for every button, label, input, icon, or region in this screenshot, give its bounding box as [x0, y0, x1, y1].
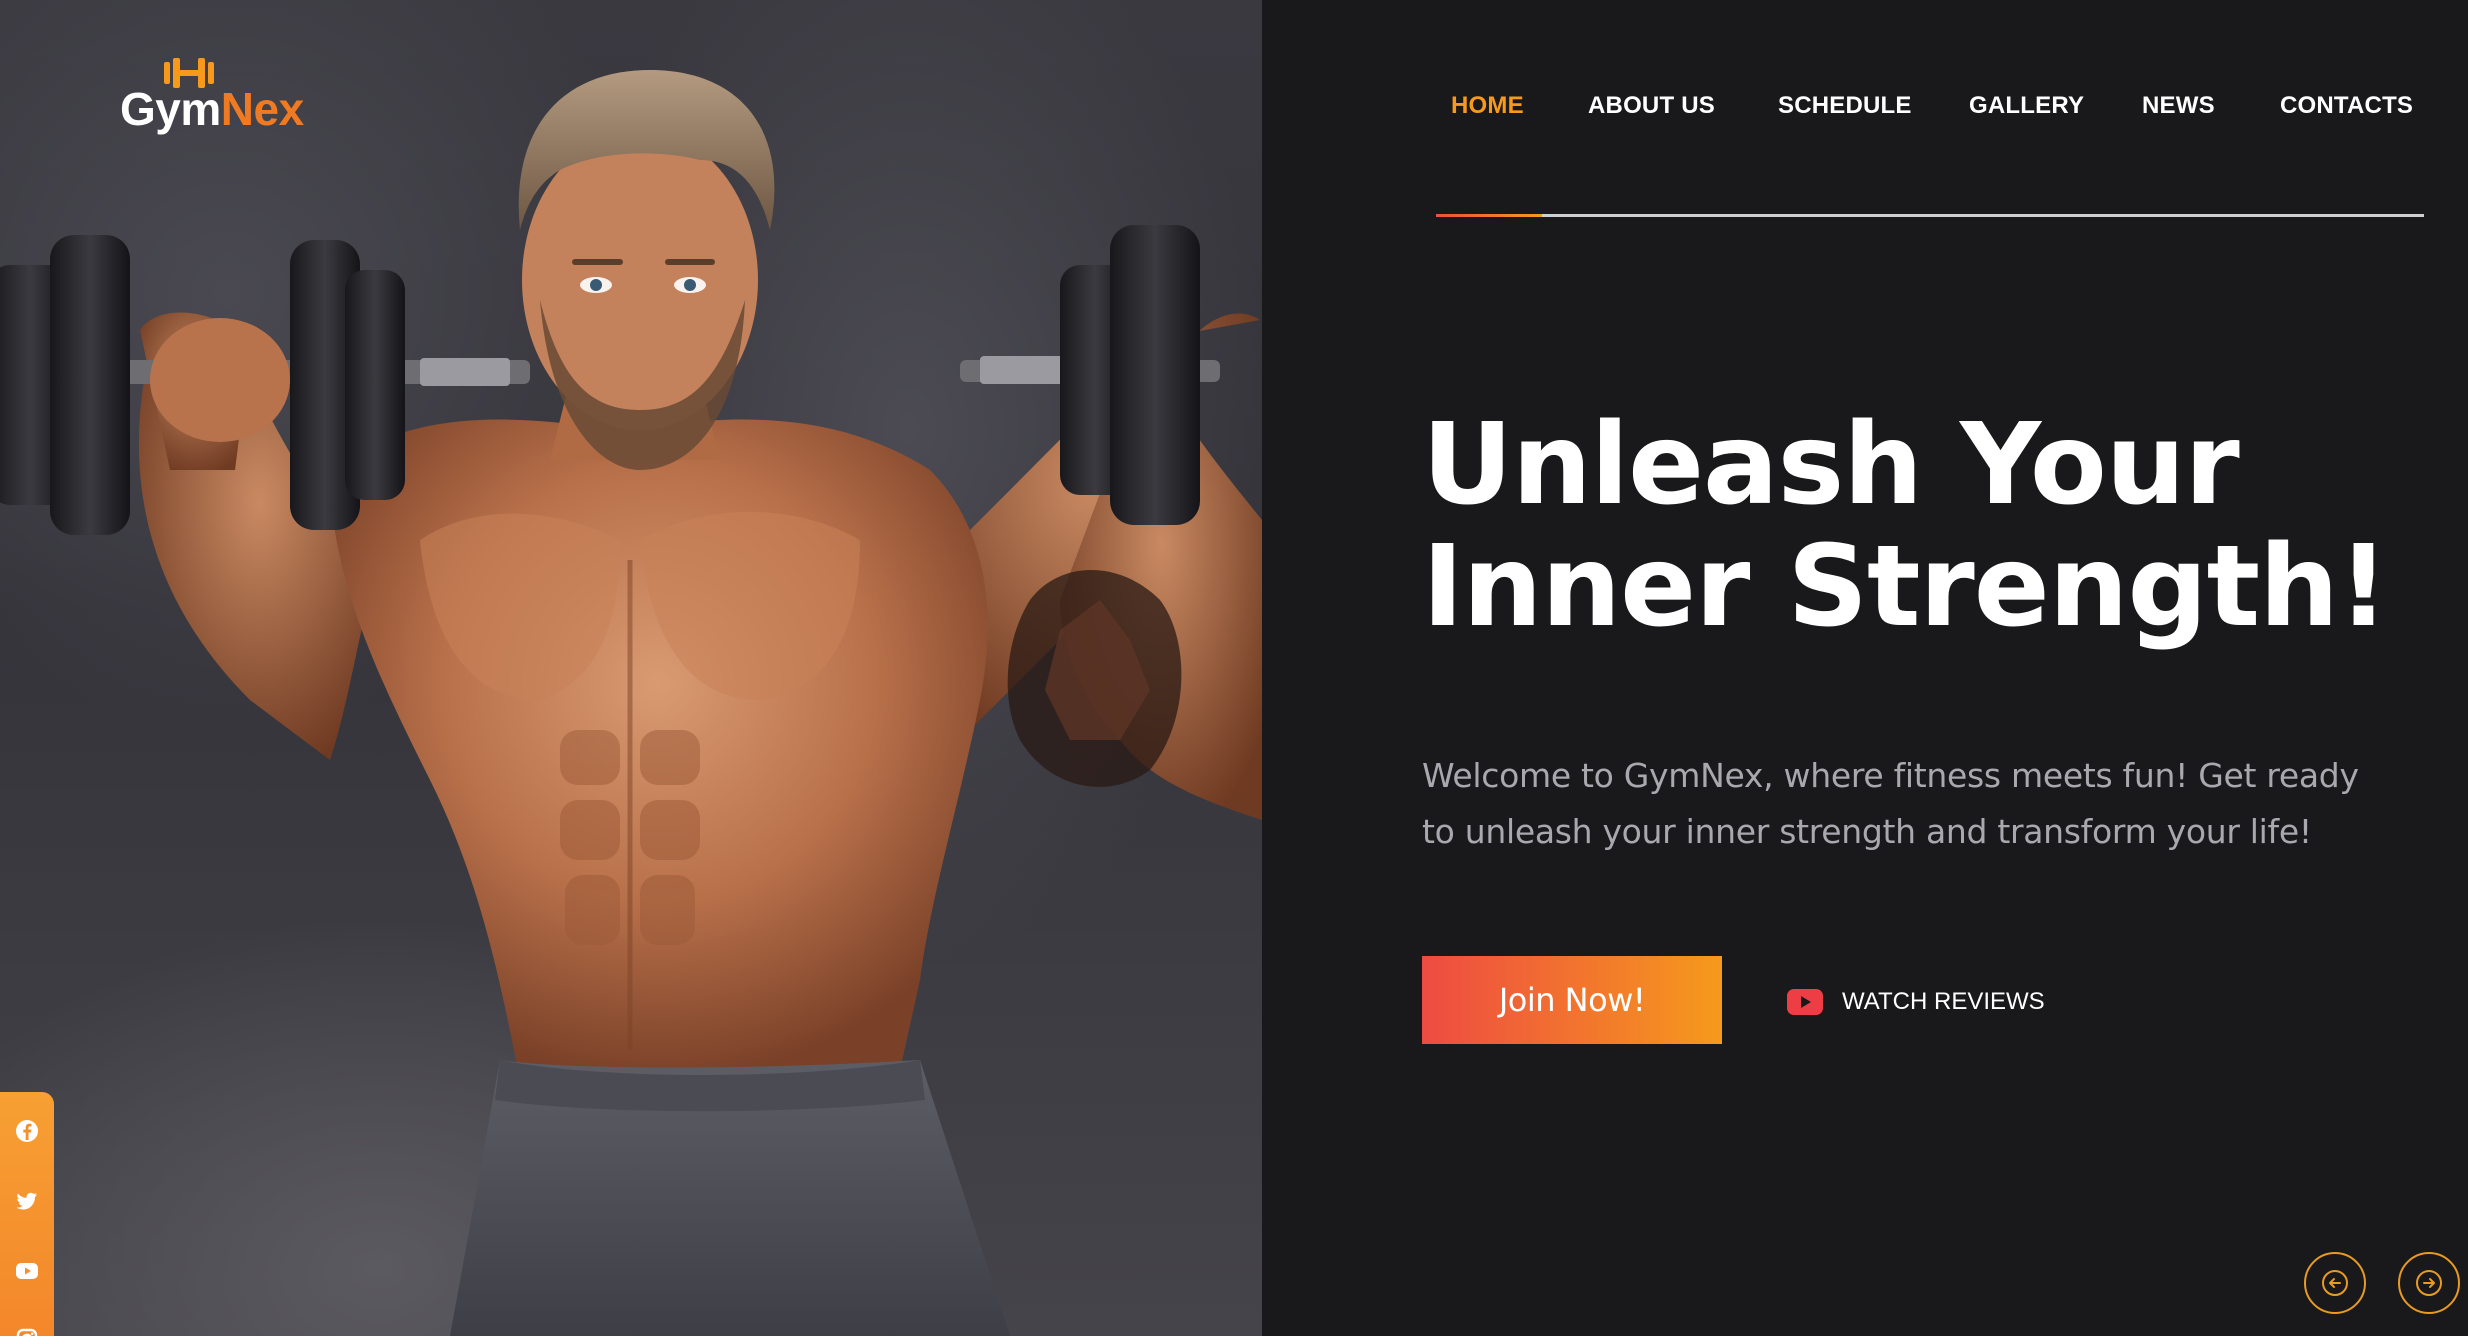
- slider-next-button[interactable]: [2398, 1252, 2460, 1314]
- youtube-play-icon: [1787, 989, 1823, 1015]
- nav-schedule[interactable]: SCHEDULE: [1778, 92, 1912, 120]
- arrow-right-circle-icon: [2416, 1270, 2442, 1296]
- nav-contacts[interactable]: CONTACTS: [2280, 92, 2413, 120]
- hero-headline: Unleash Your Inner Strength!: [1422, 404, 2402, 648]
- join-now-label: Join Now!: [1498, 981, 1646, 1019]
- page: GymNex HOME ABOUT US SCHEDULE GALLERY NE…: [0, 0, 2468, 1336]
- social-youtube-link[interactable]: [12, 1256, 42, 1286]
- social-twitter-link[interactable]: [12, 1186, 42, 1216]
- brand-name-part1: Gym: [120, 83, 221, 135]
- nav-home[interactable]: HOME: [1451, 92, 1524, 120]
- brand-name: GymNex: [120, 86, 304, 132]
- slider-prev-button[interactable]: [2304, 1252, 2366, 1314]
- join-now-button[interactable]: Join Now!: [1422, 956, 1722, 1044]
- hero-headline-line2: Inner Strength!: [1422, 522, 2389, 652]
- watch-reviews-label: WATCH REVIEWS: [1842, 988, 2045, 1015]
- instagram-icon: [16, 1328, 38, 1336]
- nav-news[interactable]: NEWS: [2142, 92, 2215, 120]
- hero-headline-line1: Unleash Your: [1422, 400, 2240, 530]
- nav-divider: [1436, 214, 2424, 217]
- hero-image: [0, 0, 1262, 1336]
- brand-name-part2: Nex: [220, 83, 304, 135]
- brand-logo[interactable]: GymNex: [118, 56, 328, 136]
- arrow-left-circle-icon: [2322, 1270, 2348, 1296]
- watch-reviews-button[interactable]: WATCH REVIEWS: [1786, 982, 2045, 1022]
- twitter-icon: [16, 1192, 37, 1210]
- nav-gallery[interactable]: GALLERY: [1969, 92, 2084, 120]
- social-facebook-link[interactable]: [12, 1116, 42, 1146]
- nav-about-us[interactable]: ABOUT US: [1588, 92, 1715, 120]
- facebook-icon: [16, 1120, 38, 1142]
- social-sidebar: [0, 1092, 54, 1336]
- social-instagram-link[interactable]: [12, 1324, 42, 1336]
- hero-subtitle: Welcome to GymNex, where fitness meets f…: [1422, 756, 2359, 851]
- youtube-icon: [16, 1263, 38, 1279]
- nav-active-indicator: [1436, 214, 1542, 217]
